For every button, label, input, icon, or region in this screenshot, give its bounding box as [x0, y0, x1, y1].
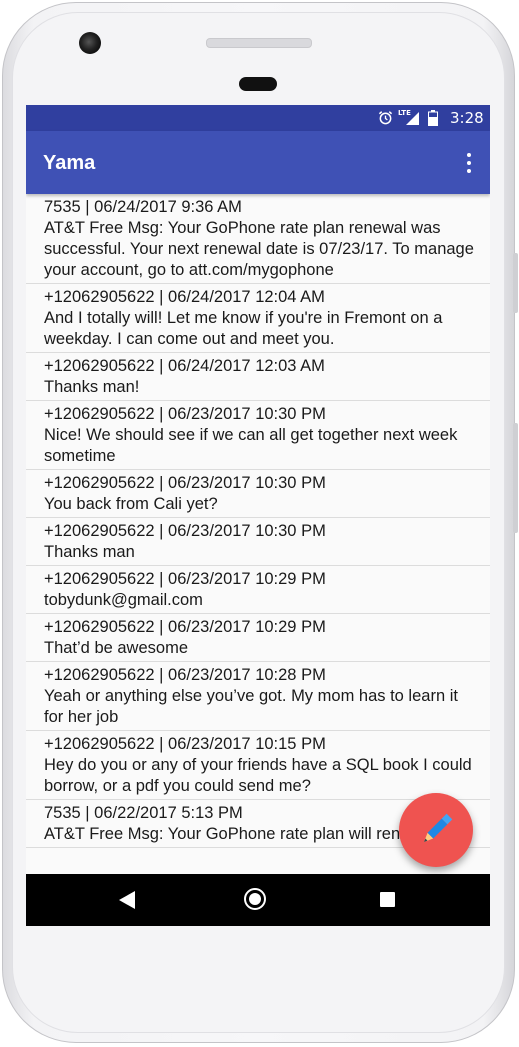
- message-body: Hey do you or any of your friends have a…: [44, 756, 472, 795]
- app-title: Yama: [43, 152, 96, 174]
- message-header: +12062905622 | 06/23/2017 10:28 PM: [44, 666, 326, 684]
- message-header: +12062905622 | 06/23/2017 10:29 PM: [44, 570, 326, 588]
- message-header: +12062905622 | 06/23/2017 10:29 PM: [44, 618, 326, 636]
- message-header: +12062905622 | 06/23/2017 10:30 PM: [44, 474, 326, 492]
- list-item[interactable]: 7535 | 06/24/2017 9:36 AM AT&T Free Msg: …: [26, 194, 490, 284]
- home-icon[interactable]: [244, 888, 266, 910]
- message-body: Yeah or anything else you’ve got. My mom…: [44, 687, 458, 726]
- front-camera: [79, 32, 101, 54]
- app-bar: Yama: [26, 131, 490, 194]
- volume-button: [513, 253, 518, 313]
- status-bar: LTE 3:28: [26, 105, 490, 131]
- message-body: And I totally will! Let me know if you'r…: [44, 309, 443, 348]
- message-body: Thanks man!: [44, 378, 140, 396]
- list-item[interactable]: +12062905622 | 06/23/2017 10:15 PM Hey do…: [26, 731, 490, 800]
- message-header: +12062905622 | 06/23/2017 10:30 PM: [44, 405, 326, 423]
- battery-icon: [428, 110, 438, 126]
- list-item[interactable]: +12062905622 | 06/23/2017 10:28 PM Yeah o…: [26, 662, 490, 731]
- list-item[interactable]: +12062905622 | 06/24/2017 12:03 AM Thanks…: [26, 353, 490, 401]
- recent-apps-icon[interactable]: [380, 892, 395, 907]
- message-body: That’d be awesome: [44, 639, 188, 657]
- list-item[interactable]: +12062905622 | 06/23/2017 10:29 PM That’d…: [26, 614, 490, 662]
- navigation-bar: [26, 874, 490, 926]
- message-body: Thanks man: [44, 543, 135, 561]
- message-list[interactable]: 7535 | 06/24/2017 9:36 AM AT&T Free Msg: …: [26, 194, 490, 874]
- list-item[interactable]: +12062905622 | 06/23/2017 10:29 PM tobydu…: [26, 566, 490, 614]
- screen: LTE 3:28 Yama 7535 | 06/24/2017 9:36 AM A…: [26, 105, 490, 926]
- message-header: +12062905622 | 06/24/2017 12:04 AM: [44, 288, 325, 306]
- alarm-icon: [378, 111, 393, 125]
- message-header: 7535 | 06/24/2017 9:36 AM: [44, 198, 242, 216]
- message-header: +12062905622 | 06/24/2017 12:03 AM: [44, 357, 325, 375]
- lte-signal-icon: LTE: [398, 109, 419, 125]
- list-item[interactable]: +12062905622 | 06/23/2017 10:30 PM Nice! …: [26, 401, 490, 470]
- back-icon[interactable]: [119, 891, 135, 909]
- earpiece-speaker: [206, 38, 312, 48]
- list-item[interactable]: +12062905622 | 06/23/2017 10:30 PM You ba…: [26, 470, 490, 518]
- message-body: tobydunk@gmail.com: [44, 591, 203, 609]
- message-header: +12062905622 | 06/23/2017 10:15 PM: [44, 735, 326, 753]
- message-header: +12062905622 | 06/23/2017 10:30 PM: [44, 522, 326, 540]
- list-item[interactable]: +12062905622 | 06/24/2017 12:04 AM And I …: [26, 284, 490, 353]
- compose-button[interactable]: [399, 793, 473, 867]
- proximity-sensor: [239, 77, 277, 91]
- clock: 3:28: [450, 109, 484, 127]
- svg-text:LTE: LTE: [398, 109, 411, 117]
- pencil-icon: [423, 813, 453, 843]
- message-body: Nice! We should see if we can all get to…: [44, 426, 458, 465]
- message-body: AT&T Free Msg: Your GoPhone rate plan re…: [44, 219, 474, 279]
- list-item[interactable]: +12062905622 | 06/23/2017 10:30 PM Thanks…: [26, 518, 490, 566]
- power-button: [513, 423, 518, 533]
- overflow-menu-icon[interactable]: [466, 153, 472, 173]
- message-body: You back from Cali yet?: [44, 495, 218, 513]
